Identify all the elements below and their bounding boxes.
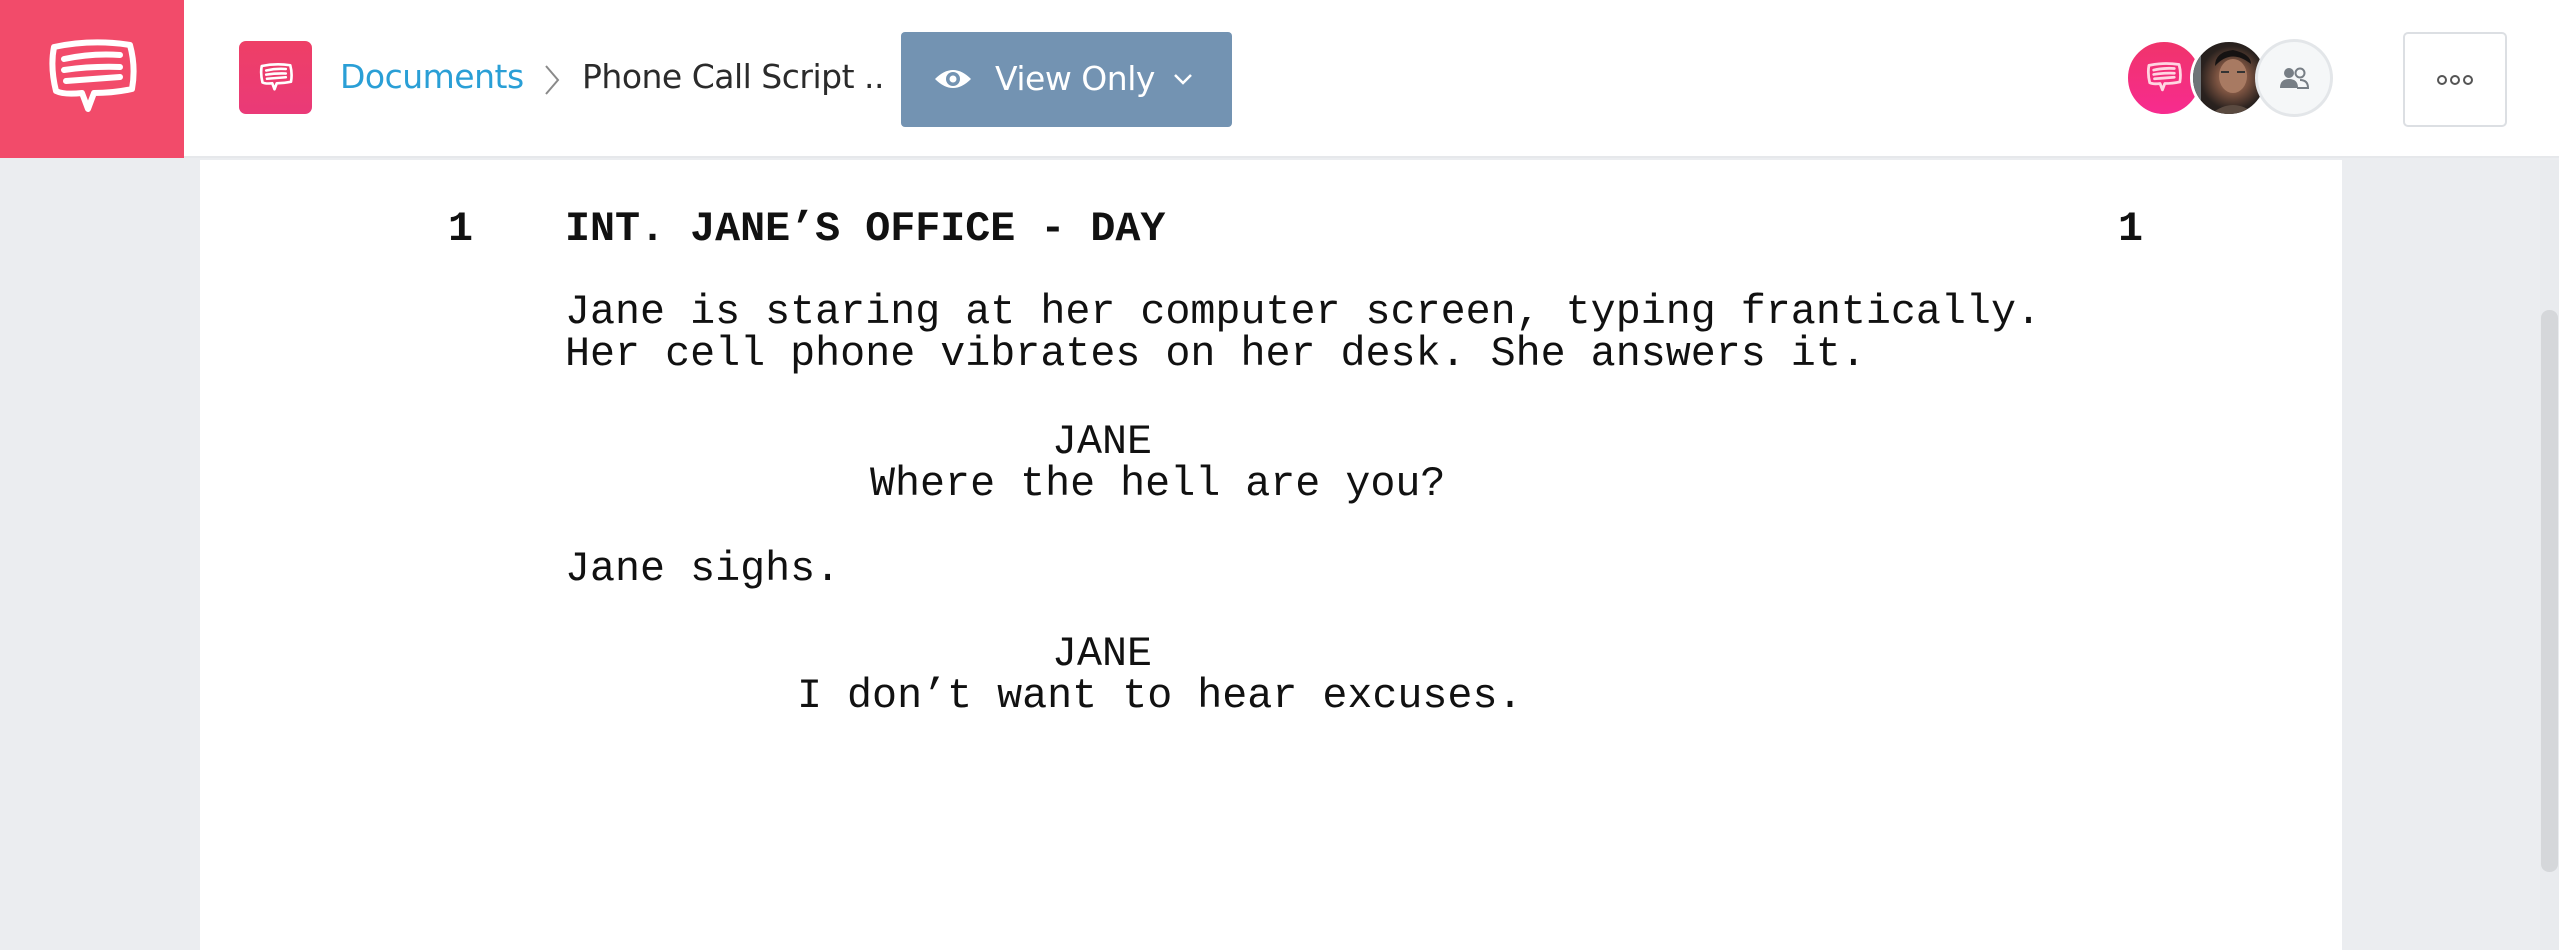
- chevron-down-icon: [1174, 74, 1192, 85]
- dialogue: I don’t want to hear excuses.: [797, 672, 1523, 720]
- share-people-button[interactable]: [2255, 39, 2333, 117]
- action-line: Jane sighs.: [565, 545, 841, 593]
- speech-bubble-icon: [2146, 62, 2182, 92]
- document-type-icon[interactable]: [239, 41, 312, 114]
- top-bar: Documents Phone Call Script .. View Only: [0, 0, 2559, 158]
- dialogue: Where the hell are you?: [870, 460, 1446, 508]
- breadcrumb-current-document: Phone Call Script ..: [582, 57, 885, 96]
- speech-bubble-icon: [49, 39, 137, 112]
- script-page: 1 INT. JANE’S OFFICE - DAY 1 Jane is sta…: [200, 160, 2342, 950]
- view-only-label: View Only: [995, 59, 1155, 98]
- more-options-button[interactable]: [2403, 32, 2507, 127]
- people-icon: [2280, 67, 2309, 89]
- action-line: Jane is staring at her computer screen, …: [565, 288, 2041, 336]
- action-line: Her cell phone vibrates on her desk. She…: [565, 330, 1866, 378]
- speech-bubble-icon: [259, 62, 293, 91]
- character-name: JANE: [1052, 630, 1153, 678]
- scrollbar-thumb[interactable]: [2541, 310, 2558, 872]
- more-horizontal-icon: [2463, 74, 2473, 85]
- app-logo[interactable]: [0, 0, 184, 158]
- chevron-right-icon: [545, 65, 560, 95]
- scene-heading: INT. JANE’S OFFICE - DAY: [565, 205, 1166, 253]
- more-horizontal-icon: [2437, 74, 2447, 85]
- breadcrumb-documents-link[interactable]: Documents: [340, 55, 524, 99]
- eye-icon: [935, 70, 971, 88]
- more-horizontal-icon: [2450, 74, 2460, 85]
- scene-number-left: 1: [448, 205, 474, 253]
- scene-number-right: 1: [2118, 205, 2144, 253]
- character-name: JANE: [1052, 418, 1153, 466]
- view-only-dropdown[interactable]: View Only: [901, 32, 1232, 127]
